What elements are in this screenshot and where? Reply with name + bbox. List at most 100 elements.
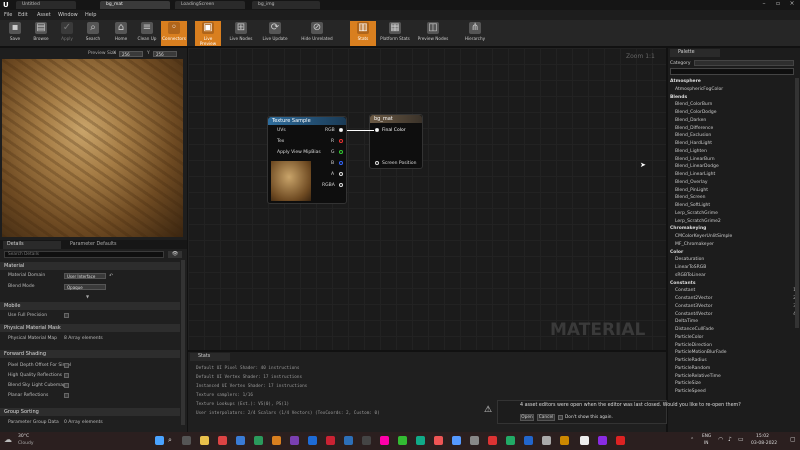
- palette-item[interactable]: Blend_ColorDodge: [675, 110, 717, 115]
- tab-untitled[interactable]: Untitled: [16, 1, 76, 9]
- app-icon-gray[interactable]: [362, 436, 371, 445]
- hide-unrelated-button[interactable]: ⊘ Hide Unrelated: [300, 21, 334, 46]
- palette-item[interactable]: AtmosphericFogColor: [675, 87, 723, 92]
- notifications-icon[interactable]: ▢: [790, 436, 796, 443]
- section-group-sorting[interactable]: Group Sorting: [0, 408, 180, 416]
- material-preview-image[interactable]: [2, 59, 183, 237]
- palette-item[interactable]: Constant4Vector: [675, 312, 712, 317]
- reset-icon[interactable]: ↶: [109, 273, 113, 279]
- pin-a-socket[interactable]: [339, 172, 343, 176]
- pin-g[interactable]: G: [331, 150, 335, 155]
- browse-button[interactable]: ▤ Browse: [28, 21, 54, 46]
- palette-category[interactable]: Chromakeying: [670, 226, 706, 231]
- speaker-icon[interactable]: ♪: [728, 436, 732, 443]
- home-button[interactable]: ⌂ Home: [108, 21, 134, 46]
- cancel-button[interactable]: Cancel: [537, 414, 555, 421]
- palette-scrollbar[interactable]: [795, 78, 799, 328]
- palette-item[interactable]: ParticleMotionBlurFade: [675, 350, 726, 355]
- clock-date[interactable]: 03-08-2022: [751, 441, 777, 446]
- expand-advanced-icon[interactable]: ▼: [86, 294, 89, 299]
- language-indicator[interactable]: ENG: [702, 434, 711, 439]
- pin-rgba-socket[interactable]: [339, 183, 343, 187]
- app-icon-blue-2[interactable]: [344, 436, 353, 445]
- palette-item[interactable]: Blend_LinearDodge: [675, 164, 719, 169]
- view-options-icon[interactable]: 👁: [168, 251, 182, 258]
- app-icon-green-3[interactable]: [506, 436, 515, 445]
- palette-item[interactable]: Lerp_ScratchGrime2: [675, 219, 721, 224]
- palette-item[interactable]: Blend_HardLight: [675, 141, 712, 146]
- palette-item[interactable]: Blend_Screen: [675, 195, 706, 200]
- blend-sky-light-checkbox[interactable]: [64, 383, 69, 388]
- connectors-button[interactable]: ◦ Connectors: [161, 21, 187, 46]
- taskbar-search-icon[interactable]: ⌕: [168, 436, 177, 445]
- preview-nodes-button[interactable]: ◫ Preview Nodes: [416, 21, 450, 46]
- tab-bg-mat[interactable]: bg_mat: [100, 1, 170, 9]
- palette-item[interactable]: Desaturation: [675, 257, 704, 262]
- open-button[interactable]: Open: [520, 414, 534, 421]
- blend-mode-dropdown[interactable]: Opaque: [64, 284, 106, 290]
- palette-item[interactable]: Constant2Vector: [675, 296, 712, 301]
- pin-b[interactable]: B: [331, 161, 334, 166]
- file-explorer-icon[interactable]: [200, 436, 209, 445]
- palette-item[interactable]: Constant3Vector: [675, 304, 712, 309]
- pin-screen-position-socket[interactable]: [375, 161, 379, 165]
- palette-item[interactable]: sRGBToLinear: [675, 273, 706, 278]
- tab-details[interactable]: Details: [3, 241, 61, 249]
- menu-file[interactable]: File: [4, 12, 12, 18]
- app-icon-blue-3[interactable]: [452, 436, 461, 445]
- pin-r[interactable]: R: [331, 139, 334, 144]
- live-update-button[interactable]: ⟳ Live Update: [262, 21, 288, 46]
- clock-time[interactable]: 15:02: [756, 434, 769, 439]
- preview-size-x-input[interactable]: 256: [119, 51, 143, 57]
- section-mobile[interactable]: Mobile: [0, 302, 180, 310]
- material-graph-canvas[interactable]: Zoom 1:1 MATERIAL Texture Sample UVs Tex…: [188, 48, 666, 350]
- high-quality-reflections-checkbox[interactable]: [64, 373, 69, 378]
- pin-screen-position[interactable]: Screen Position: [382, 161, 416, 166]
- palette-item[interactable]: Blend_Overlay: [675, 180, 708, 185]
- section-forward-shading[interactable]: Forward Shading: [0, 350, 180, 358]
- preview-size-y-input[interactable]: 256: [153, 51, 177, 57]
- palette-category[interactable]: Atmosphere: [670, 79, 701, 84]
- menu-help[interactable]: Help: [85, 12, 96, 18]
- pin-rgb[interactable]: RGB: [325, 128, 335, 133]
- maximize-icon[interactable]: ▫: [771, 0, 785, 10]
- cleanup-button[interactable]: ≡ Clean Up: [134, 21, 160, 46]
- palette-item[interactable]: Lerp_ScratchGrime: [675, 211, 718, 216]
- palette-item[interactable]: Blend_LinearLight: [675, 172, 715, 177]
- palette-item[interactable]: DistanceCullFade: [675, 327, 714, 332]
- palette-category[interactable]: Blends: [670, 95, 687, 100]
- app-icon-red-2[interactable]: [326, 436, 335, 445]
- app-icon-red-4[interactable]: [488, 436, 497, 445]
- close-icon[interactable]: ×: [785, 0, 799, 10]
- palette-item[interactable]: CMColorKeyerUnlitSimple: [675, 234, 732, 239]
- live-preview-button[interactable]: ▣ Live Preview: [195, 21, 221, 46]
- save-button[interactable]: ▪ Save: [2, 21, 28, 46]
- palette-item[interactable]: Constant: [675, 288, 695, 293]
- menu-edit[interactable]: Edit: [18, 12, 28, 18]
- tab-parameter-defaults[interactable]: Parameter Defaults: [66, 241, 131, 249]
- palette-category[interactable]: Constants: [670, 281, 696, 286]
- palette-item[interactable]: Blend_PinLight: [675, 188, 708, 193]
- menu-window[interactable]: Window: [58, 12, 78, 18]
- wifi-icon[interactable]: ◠: [718, 436, 723, 443]
- palette-item[interactable]: ParticleDirection: [675, 343, 712, 348]
- battery-icon[interactable]: ▭: [738, 436, 744, 443]
- palette-item[interactable]: ParticleColor: [675, 335, 703, 340]
- palette-item[interactable]: ParticleSize: [675, 381, 701, 386]
- section-physical-material-mask[interactable]: Physical Material Mask: [0, 324, 180, 332]
- palette-item[interactable]: Blend_Exclusion: [675, 133, 711, 138]
- palette-item[interactable]: ParticleRelativeTime: [675, 374, 721, 379]
- app-icon-teal[interactable]: [416, 436, 425, 445]
- tab-bg-img[interactable]: bg_img: [252, 1, 320, 9]
- app-icon-green[interactable]: [254, 436, 263, 445]
- use-full-precision-checkbox[interactable]: [64, 313, 69, 318]
- pin-final-color-socket[interactable]: [375, 128, 379, 132]
- vscode-icon[interactable]: [308, 436, 317, 445]
- minimize-icon[interactable]: –: [757, 0, 771, 10]
- hierarchy-button[interactable]: ⋔ Hierarchy: [460, 21, 490, 46]
- pin-b-socket[interactable]: [339, 161, 343, 165]
- app-icon-amber[interactable]: [560, 436, 569, 445]
- pin-tex[interactable]: Tex: [277, 139, 284, 144]
- pin-final-color[interactable]: Final Color: [382, 128, 406, 133]
- palette-item[interactable]: Blend_Lighten: [675, 149, 707, 154]
